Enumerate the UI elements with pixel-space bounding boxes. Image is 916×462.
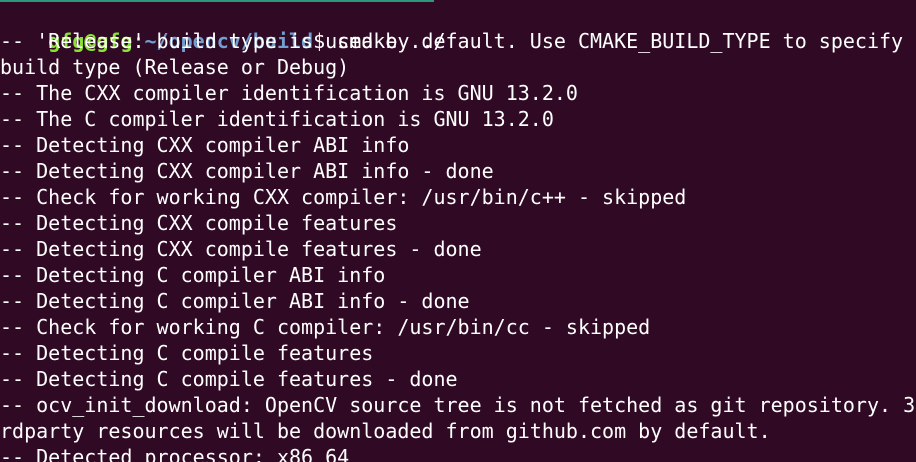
output-line: -- Detecting CXX compiler ABI info - don… xyxy=(0,159,494,183)
output-line: -- Check for working C compiler: /usr/bi… xyxy=(0,315,651,339)
output-line: -- Detecting CXX compile features xyxy=(0,211,398,235)
prompt-line: gfg@gfg:~/opencv/build$ cmake ../ xyxy=(0,2,445,53)
output-line: -- Detected processor: x86_64 xyxy=(0,445,350,462)
output-line: -- Check for working CXX compiler: /usr/… xyxy=(0,185,687,209)
output-line: -- 'Release' build type is used by defau… xyxy=(0,29,904,53)
output-line: build type (Release or Debug) xyxy=(0,55,350,79)
output-line: -- The C compiler identification is GNU … xyxy=(0,107,554,131)
output-line: -- Detecting CXX compiler ABI info xyxy=(0,133,410,157)
output-line: -- The CXX compiler identification is GN… xyxy=(0,81,578,105)
output-line: -- Detecting C compile features - done xyxy=(0,367,458,391)
output-line: -- Detecting C compile features xyxy=(0,341,374,365)
terminal-window[interactable]: gfg@gfg:~/opencv/build$ cmake ../ -- 'Re… xyxy=(0,0,916,462)
output-line: -- Detecting C compiler ABI info xyxy=(0,263,386,287)
output-line: rdparty resources will be downloaded fro… xyxy=(0,419,771,443)
output-line: -- Detecting C compiler ABI info - done xyxy=(0,289,470,313)
output-line: -- Detecting CXX compile features - done xyxy=(0,237,482,261)
output-line: -- ocv_init_download: OpenCV source tree… xyxy=(0,393,916,417)
